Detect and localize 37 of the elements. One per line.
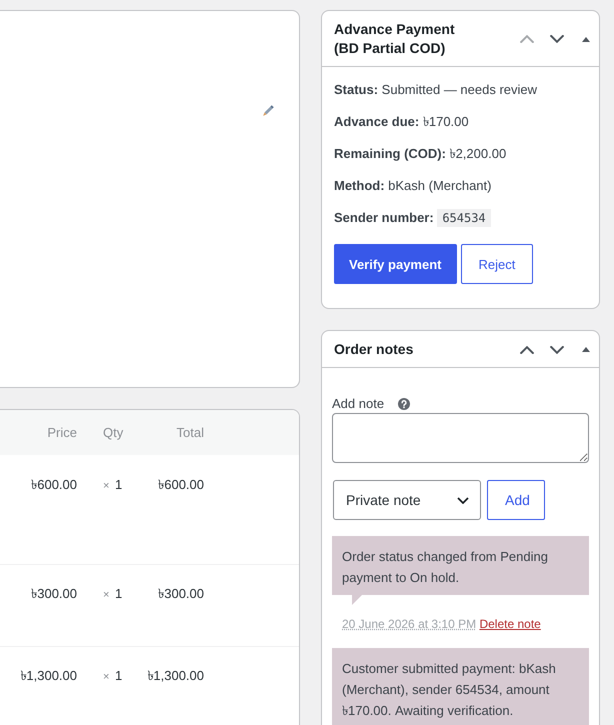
code-value: 654534: [437, 209, 491, 227]
secondary-button[interactable]: Reject: [460, 244, 534, 284]
detail-line: Method: bKash (Merchant): [334, 177, 492, 195]
total-cell-text: ৳600.00: [157, 476, 204, 494]
note-bubble: Customer submitted payment: bKash (Merchant), sender 654534, amount ৳170.00. Awaiting verification.: [332, 648, 589, 725]
price-cell-text: ৳300.00: [30, 585, 77, 603]
detail-line: Remaining (COD): ৳2,200.00: [334, 145, 508, 163]
chevron-up-icon[interactable]: [520, 346, 534, 354]
add-note-button[interactable]: Add: [487, 480, 545, 520]
primary-button[interactable]: Verify payment: [334, 244, 456, 284]
column-header: Total: [176, 425, 204, 440]
note-textarea[interactable]: [332, 413, 589, 463]
triangle-up-icon[interactable]: [582, 36, 590, 42]
detail-label: Sender number:: [334, 210, 434, 225]
chevron-down-icon[interactable]: [550, 35, 564, 43]
panel-title: Advance Payment (BD Partial COD): [334, 20, 456, 58]
column-header: Price: [46, 425, 77, 440]
pencil-icon[interactable]: [263, 105, 274, 116]
price-cell-text: ৳600.00: [30, 476, 77, 494]
note-type-select[interactable]: Private note: [333, 480, 481, 520]
detail-line: Status: Submitted — needs review: [334, 81, 538, 99]
qty-cell-text: × 1: [102, 667, 124, 685]
column-header: Qty: [102, 425, 124, 440]
add-note-label: Add note: [332, 395, 384, 413]
detail-line: Advance due: ৳170.00: [334, 113, 470, 131]
total-cell-text: ৳1,300.00: [146, 667, 204, 685]
delete-note-link[interactable]: Delete note: [479, 617, 541, 631]
help-icon[interactable]: [398, 398, 410, 410]
total-cell-text: ৳300.00: [157, 585, 204, 603]
note-date: 20 June 2026 at 3:10 PM: [342, 617, 476, 631]
qty-cell-text: × 1: [102, 476, 124, 494]
qty-cell-text: × 1: [102, 585, 124, 603]
chevron-down-icon[interactable]: [550, 346, 564, 354]
panel-title: Order notes: [334, 340, 414, 359]
price-cell-text: ৳1,300.00: [19, 667, 77, 685]
chevron-down-icon: [457, 496, 469, 504]
triangle-up-icon[interactable]: [582, 347, 590, 352]
